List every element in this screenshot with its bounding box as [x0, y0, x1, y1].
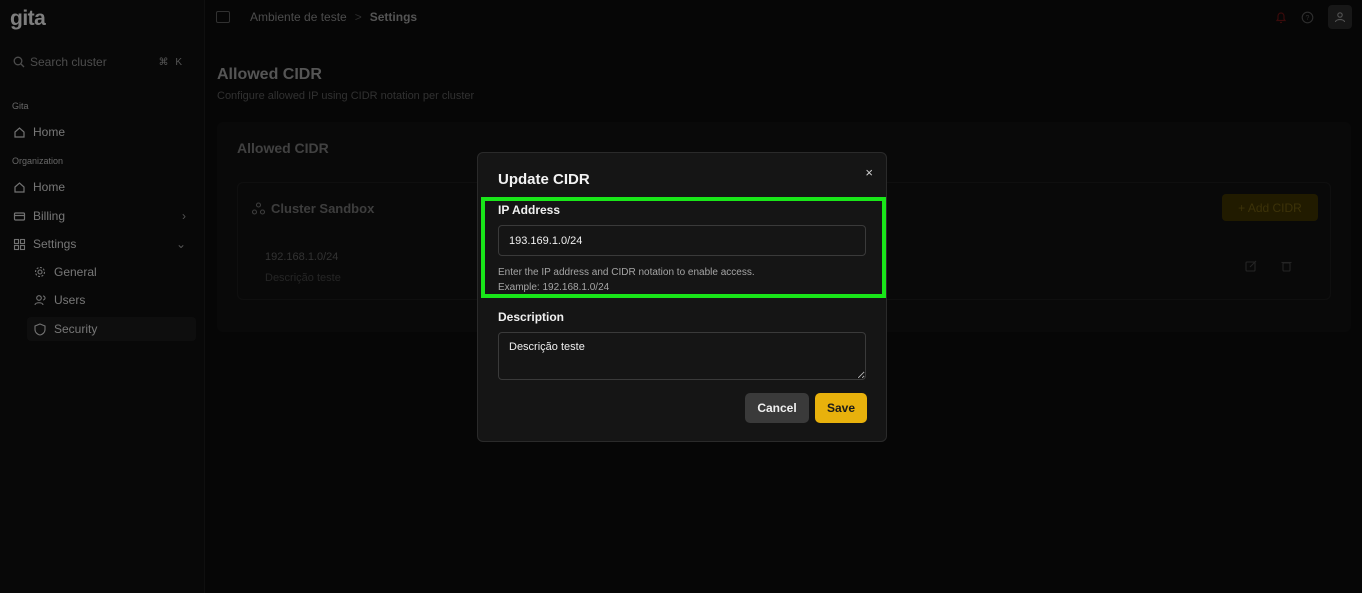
save-button[interactable]: Save [815, 393, 867, 423]
ip-example-line: Example: 192.168.1.0/24 [498, 282, 610, 293]
close-icon[interactable]: × [865, 165, 873, 180]
description-input[interactable]: Descrição teste [498, 332, 866, 380]
dialog-title: Update CIDR [498, 171, 590, 188]
description-label: Description [498, 310, 565, 324]
cancel-button[interactable]: Cancel [745, 393, 809, 423]
ip-address-input[interactable] [498, 225, 866, 256]
ip-address-label: IP Address [498, 203, 561, 217]
update-cidr-dialog: Update CIDR × IP Address Enter the IP ad… [477, 152, 887, 442]
ip-help-line: Enter the IP address and CIDR notation t… [498, 267, 755, 278]
ip-help-text: Enter the IP address and CIDR notation t… [498, 265, 755, 295]
